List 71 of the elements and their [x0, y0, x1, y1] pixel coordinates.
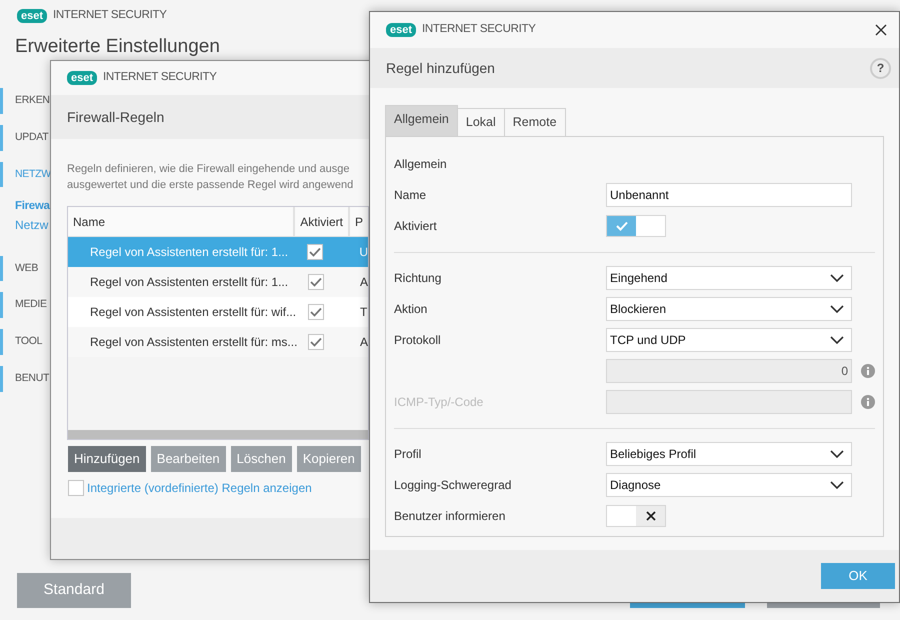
dropdown-value: Beliebiges Profil	[610, 446, 696, 464]
table-cell-text: A	[358, 334, 368, 351]
chevron-down-icon	[830, 450, 844, 458]
checkbox[interactable]	[68, 480, 84, 496]
field-label: Aktion	[394, 301, 428, 318]
eset-logo: eset	[17, 9, 48, 23]
field-label: Name	[394, 187, 428, 204]
info-icon	[861, 364, 875, 378]
dropdown[interactable]: Eingehend	[606, 266, 852, 290]
product-name: INTERNET SECURITY	[53, 8, 167, 24]
table-cell-text: Regel von Assistenten erstellt für: wif...	[89, 304, 298, 320]
sidebar-item[interactable]: WEB	[0, 256, 40, 282]
table-row[interactable]: Regel von Assistenten erstellt für: wif... T	[68, 297, 368, 327]
chevron-down-icon	[830, 274, 844, 282]
dialog-title: Regel hinzufügen	[386, 58, 495, 78]
dialog-title: Firewall-Regeln	[67, 108, 164, 127]
cross-icon	[646, 511, 656, 522]
tab[interactable]: Lokal	[458, 108, 505, 136]
close-icon	[875, 24, 887, 36]
table-cell-text: Regel von Assistenten erstellt für: 1...	[89, 274, 290, 290]
action-button[interactable]: Hinzufügen	[68, 446, 146, 472]
field-label: Aktiviert	[394, 218, 438, 236]
description-text: ausgewertet und die erste passende Regel wird angewend	[67, 178, 354, 193]
check-icon	[310, 307, 322, 317]
description-text: Regeln definieren, wie die Firewall eingehende und ausge	[67, 162, 350, 177]
dropdown-value: TCP und UDP	[610, 332, 686, 350]
check-icon	[310, 277, 322, 287]
section-heading: Allgemein	[394, 156, 447, 174]
dropdown[interactable]: TCP und UDP	[606, 328, 852, 352]
product-name: INTERNET SECURITY	[103, 70, 217, 86]
dropdown[interactable]: Blockieren	[606, 297, 852, 322]
table-cell-text: T	[359, 304, 368, 321]
dropdown-value: Blockieren	[610, 301, 666, 318]
field-label: Protokoll	[394, 332, 442, 350]
product-name: INTERNET SECURITY	[422, 22, 536, 38]
dropdown[interactable]: Beliebiges Profil	[606, 442, 852, 466]
check-icon	[310, 337, 322, 347]
chevron-down-icon	[830, 336, 844, 344]
table-cell-text: Regel von Assistenten erstellt für: 1...	[89, 244, 290, 260]
dropdown[interactable]: Diagnose	[606, 473, 852, 498]
tab[interactable]: Allgemein	[385, 105, 458, 136]
field-label: Logging-Schweregrad	[394, 477, 512, 494]
checkbox[interactable]	[308, 334, 324, 350]
table-cell-text: U	[358, 244, 368, 261]
field-label: Benutzer informieren	[394, 508, 506, 526]
table-cell-text: Regel von Assistenten erstellt für: ms...	[89, 334, 298, 350]
tab[interactable]: Remote	[504, 108, 566, 136]
field-label: Richtung	[394, 270, 442, 288]
sidebar-item[interactable]: TOOL	[0, 329, 44, 355]
checkbox[interactable]	[307, 244, 324, 260]
dropdown-value: Diagnose	[610, 477, 661, 494]
checkbox[interactable]	[308, 274, 324, 290]
check-icon	[616, 221, 628, 232]
chevron-down-icon	[830, 305, 844, 314]
scrollbar[interactable]	[68, 430, 368, 439]
chevron-down-icon	[830, 481, 844, 490]
dropdown-value: Eingehend	[610, 270, 668, 288]
toggle-switch[interactable]	[606, 215, 666, 238]
check-icon	[309, 247, 322, 257]
column-header[interactable]: P	[350, 207, 368, 236]
eset-logo: eset	[67, 71, 98, 85]
table-cell-text: A	[358, 274, 368, 291]
input-field[interactable]: Unbenannt	[606, 183, 852, 208]
field-label: Profil	[394, 446, 422, 464]
help-icon[interactable]: ?	[870, 58, 891, 78]
field-label: ICMP-Typ/-Code	[394, 394, 484, 412]
eset-logo: eset	[386, 23, 416, 37]
checkbox[interactable]	[308, 304, 324, 320]
info-icon	[861, 395, 875, 410]
toggle-switch[interactable]	[606, 505, 666, 528]
page-title: Erweiterte Einstellungen	[15, 36, 221, 58]
